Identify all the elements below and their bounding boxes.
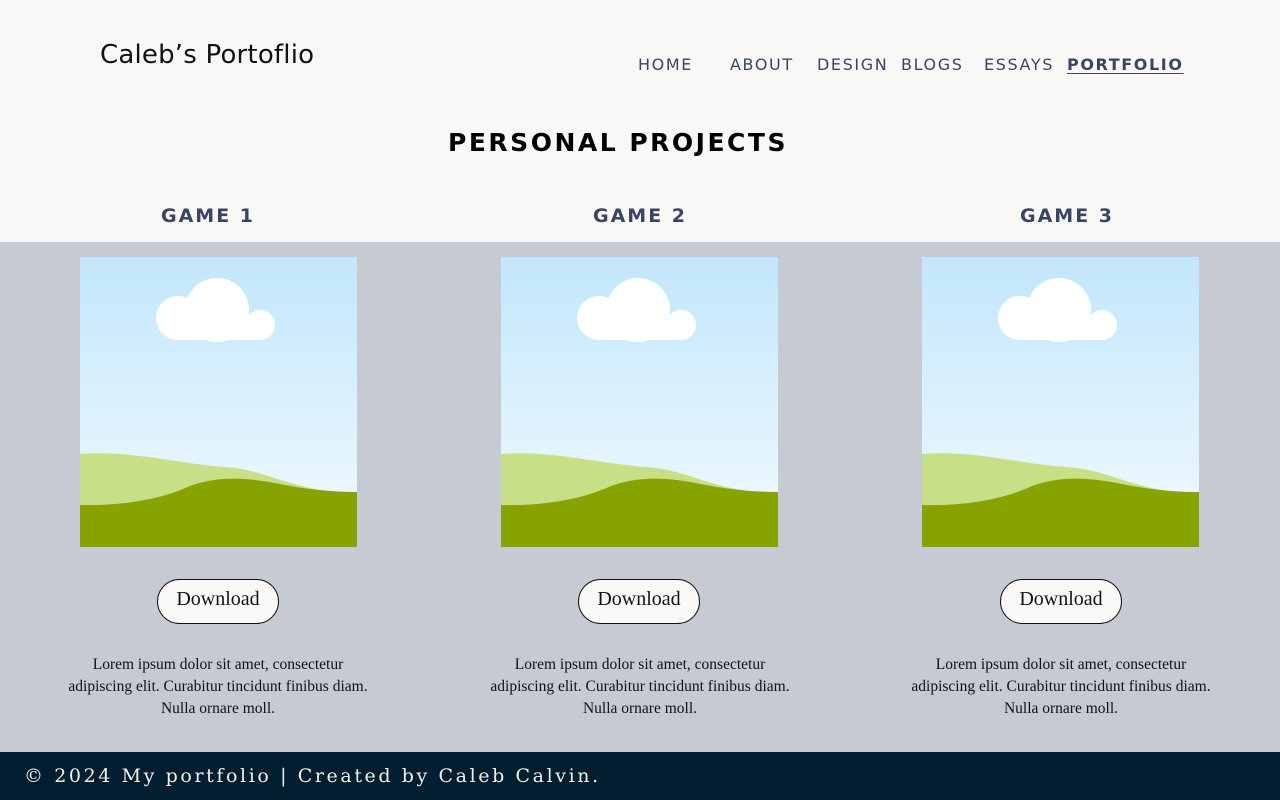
footer-copyright: © 2024 My portfolio | Created by Caleb C…	[24, 765, 601, 787]
download-button-3[interactable]: Download	[1000, 579, 1122, 624]
nav-about[interactable]: ABOUT	[730, 55, 794, 74]
nav-design[interactable]: DESIGN	[817, 55, 888, 74]
landscape-placeholder-icon	[80, 257, 357, 547]
site-header: Caleb’s Portoflio HOME ABOUT DESIGN BLOG…	[0, 0, 1280, 242]
project-description-2: Lorem ipsum dolor sit amet, consectetur …	[490, 656, 790, 717]
section-title: PERSONAL PROJECTS	[448, 128, 788, 157]
project-description-3: Lorem ipsum dolor sit amet, consectetur …	[911, 656, 1211, 717]
project-description-1: Lorem ipsum dolor sit amet, consectetur …	[68, 656, 368, 717]
nav-home[interactable]: HOME	[638, 55, 693, 74]
nav-portfolio[interactable]: PORTFOLIO	[1067, 55, 1184, 74]
site-footer: © 2024 My portfolio | Created by Caleb C…	[0, 752, 1280, 800]
landscape-placeholder-icon	[501, 257, 778, 547]
project-title-1: GAME 1	[160, 205, 256, 227]
site-title[interactable]: Caleb’s Portoflio	[100, 40, 314, 70]
nav-blogs[interactable]: BLOGS	[901, 55, 963, 74]
project-title-2: GAME 2	[592, 205, 688, 227]
download-button-1[interactable]: Download	[157, 579, 279, 624]
download-button-2[interactable]: Download	[578, 579, 700, 624]
project-title-3: GAME 3	[1019, 205, 1115, 227]
nav-essays[interactable]: ESSAYS	[984, 55, 1054, 74]
landscape-placeholder-icon	[922, 257, 1199, 547]
